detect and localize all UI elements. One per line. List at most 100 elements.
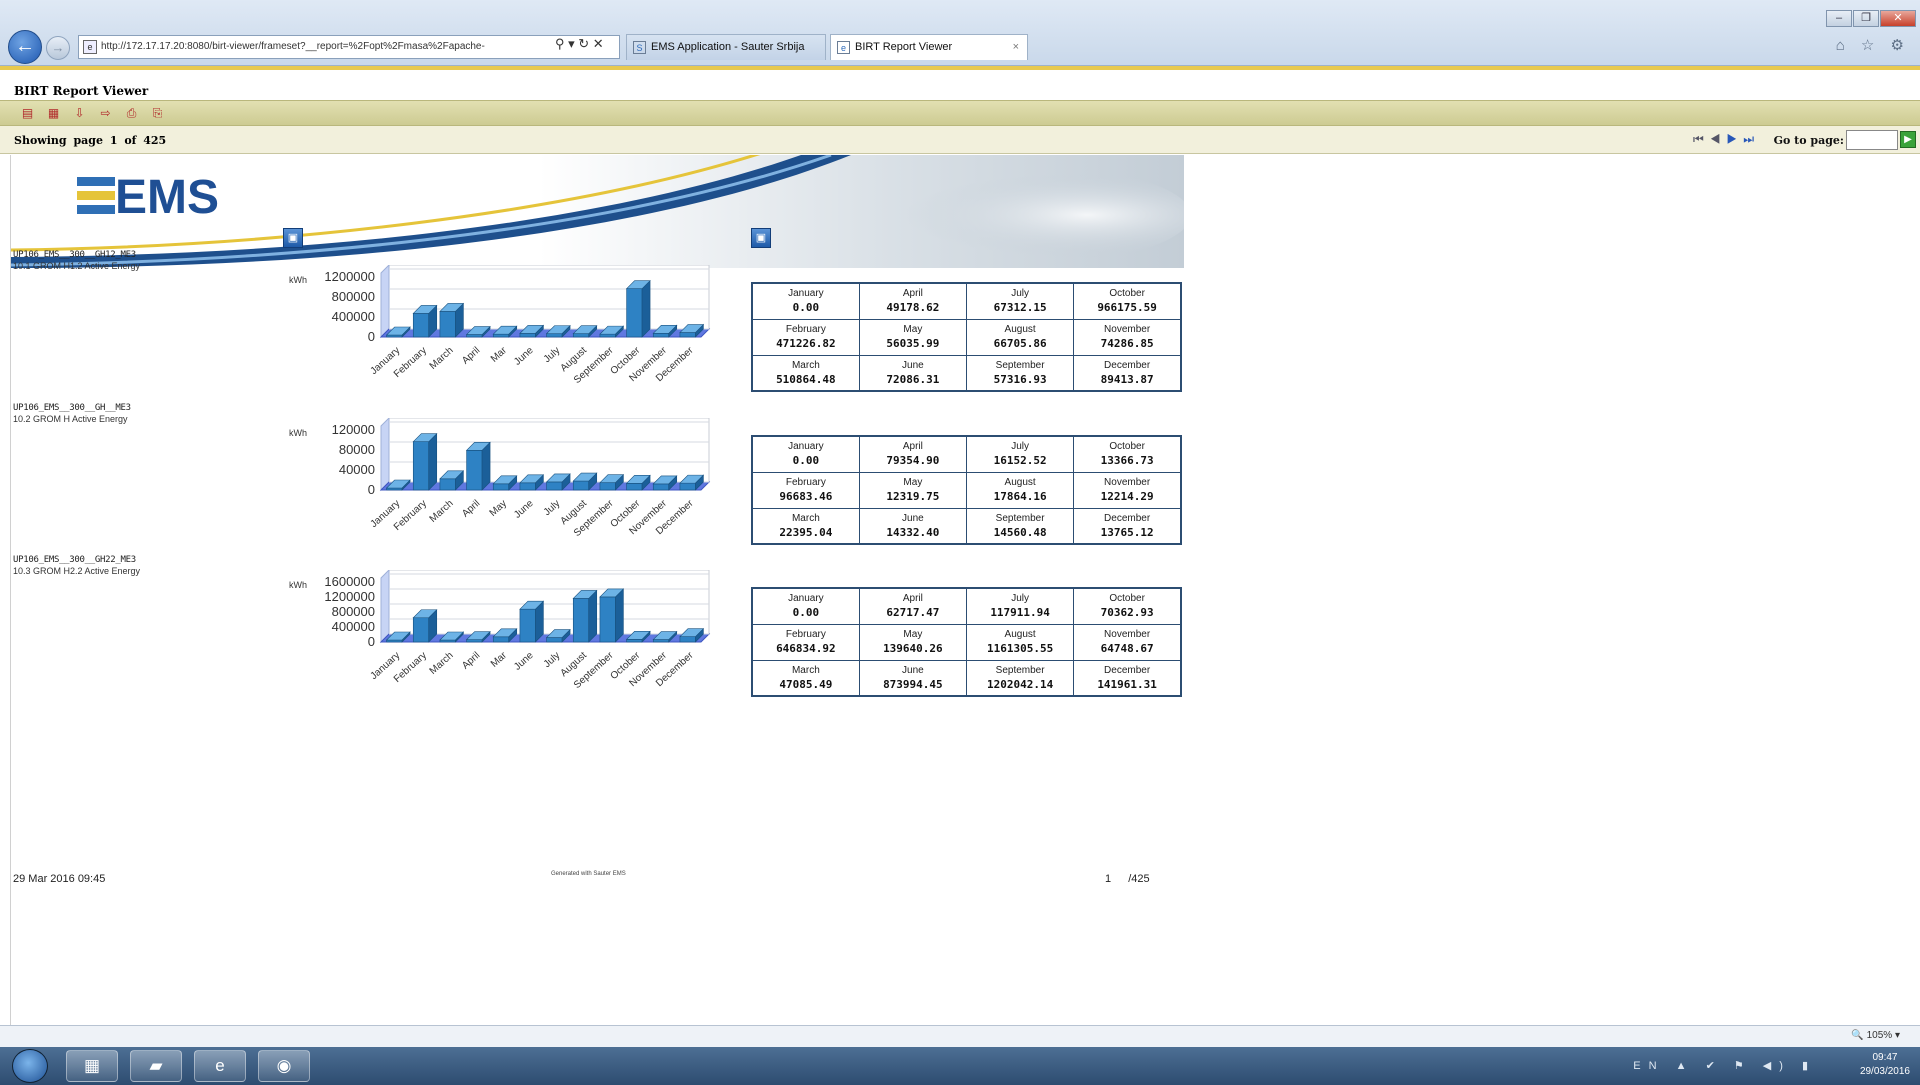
bar <box>519 333 536 338</box>
y-tick-label: 400000 <box>332 619 375 634</box>
of-label: of <box>124 134 137 147</box>
month-name: April <box>902 441 923 453</box>
goto-label: Go to page: <box>1773 134 1844 147</box>
x-tick-label: June <box>512 345 536 368</box>
table-row: January 0.00 April 79354.90 July 16152.52 Octo… <box>751 435 1182 473</box>
month-name: February <box>785 629 826 640</box>
maximize-icon[interactable]: ❐ <box>1853 10 1879 27</box>
print-icon[interactable]: ⎙ <box>124 106 139 121</box>
month-value: 471226.82 <box>776 337 836 350</box>
bar <box>626 639 643 643</box>
bar <box>572 480 590 491</box>
internet-explorer-icon[interactable]: e <box>194 1050 246 1082</box>
month-cell: August 66705.86 <box>965 318 1075 356</box>
month-value: 14332.40 <box>886 525 940 539</box>
month-name: September <box>995 359 1045 371</box>
month-cell: September 14560.48 <box>965 507 1075 545</box>
month-name: October <box>1109 288 1145 300</box>
month-value: 17864.16 <box>993 490 1047 503</box>
zoom-level[interactable]: 🔍 105% ▾ <box>1851 1030 1900 1041</box>
table-row: March 22395.04 June 14332.40 September 14560.… <box>751 507 1182 545</box>
next-page-icon[interactable]: ▶ <box>1726 132 1743 146</box>
export-icon[interactable]: ▣ <box>751 228 771 248</box>
month-name: April <box>902 288 923 300</box>
month-name: April <box>902 593 923 605</box>
page-nav-buttons: ⏮◀▶⏭ <box>1693 132 1760 147</box>
month-cell: March 47085.49 <box>751 659 860 697</box>
month-name: August <box>1004 324 1036 335</box>
month-cell: May 139640.26 <box>858 623 968 661</box>
bar <box>546 637 563 643</box>
back-button[interactable]: ← <box>8 30 42 64</box>
table-row: February 471226.82 May 56035.99 August 66705.… <box>751 318 1182 356</box>
app-icon[interactable]: ◉ <box>258 1050 310 1082</box>
last-page-icon[interactable]: ⏭ <box>1743 132 1760 146</box>
month-value: 66705.86 <box>993 337 1047 350</box>
forward-button[interactable]: → <box>46 36 70 60</box>
clock[interactable]: 09:47 29/03/2016 <box>1860 1051 1910 1079</box>
browser-status-bar: 🔍 105% ▾ <box>0 1025 1920 1047</box>
forward-arrow-icon: → <box>51 40 65 55</box>
bar <box>519 482 536 491</box>
tab-birt-report-viewer[interactable]: e BIRT Report Viewer × <box>830 34 1028 60</box>
bar <box>546 333 563 338</box>
month-cell: February 471226.82 <box>751 318 860 356</box>
system-tray[interactable]: EN ▲ ✔ ⚑ ◀) ▮ <box>1633 1059 1816 1072</box>
month-name: January <box>788 441 824 453</box>
report-page: EMS ▣ 2015 ▣ UP106_EMS__300__GH12_ME310.… <box>10 155 1920 1025</box>
month-cell: July 16152.52 <box>965 435 1075 473</box>
meter-id: UP106_EMS__300__GH22_ME3 <box>13 555 136 565</box>
month-value: 0.00 <box>792 454 820 468</box>
x-tick-label: May <box>488 498 509 519</box>
folder-icon[interactable]: ▰ <box>130 1050 182 1082</box>
month-name: June <box>902 512 924 524</box>
window-controls: – ❐ ✕ <box>1825 8 1916 27</box>
print-server-icon[interactable]: ⎘ <box>150 106 165 121</box>
chart-side-wall <box>380 570 390 644</box>
month-name: March <box>791 664 820 676</box>
toc-icon[interactable]: ▤ <box>20 106 35 121</box>
bar <box>599 482 616 491</box>
first-page-icon[interactable]: ⏮ <box>1693 132 1710 146</box>
page-icon: e <box>83 40 97 54</box>
month-cell: September 57316.93 <box>965 354 1075 392</box>
month-cell: October 13366.73 <box>1073 435 1182 473</box>
current-page: 1 <box>109 134 118 147</box>
tab-close-icon[interactable]: × <box>1013 35 1019 59</box>
month-cell: October 70362.93 <box>1073 587 1182 625</box>
meter-description: 10.3 GROM H2.2 Active Energy <box>13 566 141 576</box>
x-tick-label: Mar <box>489 650 510 670</box>
address-bar[interactable]: e http://172.17.17.20:8080/birt-viewer/f… <box>78 35 620 59</box>
month-name: September <box>995 512 1045 524</box>
parameters-icon[interactable]: ▦ <box>46 106 61 121</box>
month-cell: June 14332.40 <box>858 507 968 545</box>
page-indicator: Showing page 1 of 425 <box>14 134 166 147</box>
month-cell: April 62717.47 <box>858 587 968 625</box>
home-favorites-settings-icons[interactable]: ⌂ ☆ ⚙ <box>1836 36 1910 54</box>
goto-page-input[interactable] <box>1846 130 1898 150</box>
month-value: 67312.15 <box>993 301 1047 315</box>
month-name: February <box>785 324 826 335</box>
previous-page-icon[interactable]: ◀ <box>1710 132 1727 146</box>
month-cell: June 72086.31 <box>858 354 968 392</box>
taskbar-app-icon[interactable]: ▦ <box>66 1050 118 1082</box>
export-icon[interactable]: ▣ <box>283 228 303 248</box>
viewer-title: BIRT Report Viewer <box>14 84 149 98</box>
month-value: 1161305.55 <box>987 642 1054 655</box>
start-button[interactable] <box>12 1049 48 1083</box>
month-cell: May 56035.99 <box>858 318 968 356</box>
minimize-icon[interactable]: – <box>1826 10 1852 27</box>
close-icon[interactable]: ✕ <box>1880 10 1916 27</box>
export-data-icon[interactable]: ⇩ <box>72 106 87 121</box>
month-cell: August 1161305.55 <box>965 623 1075 661</box>
month-name: August <box>1004 477 1036 488</box>
goto-page-button[interactable]: ▶ <box>1900 131 1916 148</box>
address-tools[interactable]: ⚲ ▾ ↻ ✕ <box>555 36 604 52</box>
sauter-icon: S <box>633 41 646 54</box>
tab-ems-application[interactable]: S EMS Application - Sauter Srbija <box>626 34 826 60</box>
y-tick-label: 120000 <box>332 422 375 437</box>
month-cell: March 510864.48 <box>751 354 860 392</box>
bar <box>572 333 590 338</box>
export-report-icon[interactable]: ⇨ <box>98 106 113 121</box>
month-cell: November 64748.67 <box>1073 623 1182 661</box>
